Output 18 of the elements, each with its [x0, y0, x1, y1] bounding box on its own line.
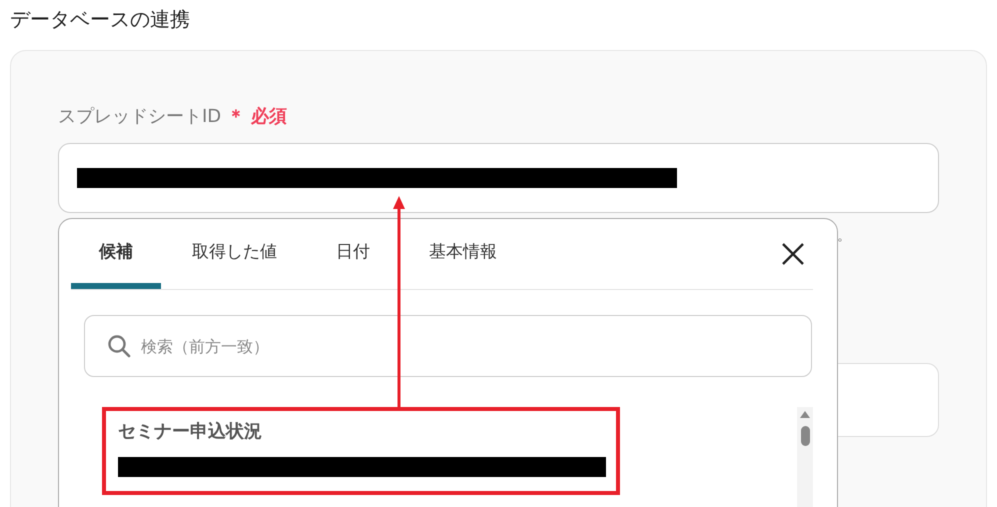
search-icon: [107, 334, 131, 358]
field-label: スプレッドシートID: [58, 105, 222, 128]
hint-text: 。: [837, 227, 851, 246]
close-icon: [781, 242, 805, 266]
list-item[interactable]: セミナー申込状況: [102, 407, 620, 495]
scrollbar[interactable]: [797, 407, 813, 507]
scroll-up-icon: [800, 411, 810, 418]
required-text: 必須: [251, 105, 288, 128]
required-mark: ＊: [227, 105, 246, 128]
tab[interactable]: 候補: [71, 219, 161, 289]
tab[interactable]: 取得した値: [164, 219, 305, 289]
tab[interactable]: 日付: [308, 219, 398, 289]
scroll-thumb[interactable]: [800, 426, 810, 446]
input-field[interactable]: [58, 143, 939, 213]
tab[interactable]: 基本情報: [401, 219, 525, 289]
search-input[interactable]: 検索（前方一致）: [139, 336, 789, 356]
section-title: データベースの連携: [10, 6, 191, 33]
search-field[interactable]: 検索（前方一致）: [84, 315, 812, 377]
